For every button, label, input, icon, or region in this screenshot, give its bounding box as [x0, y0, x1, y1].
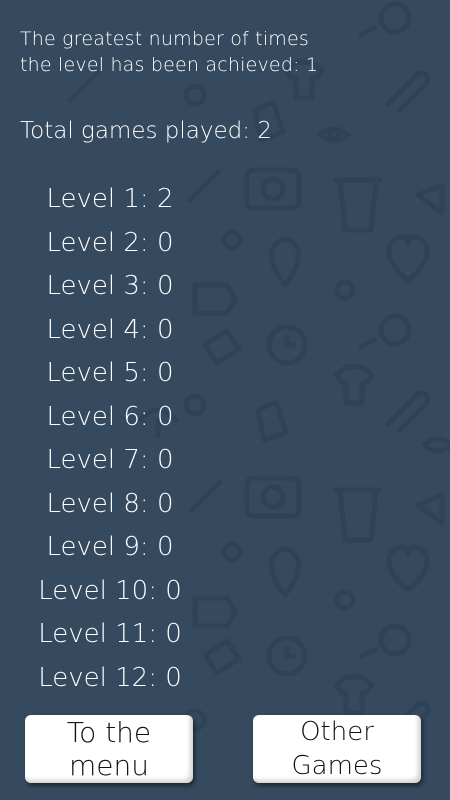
greatest-achievement-text: The greatest number of times the level h…	[20, 28, 319, 76]
other-games-label-line1: Other	[300, 717, 374, 747]
watch-icon	[266, 324, 308, 677]
total-games-text: Total games played: 2	[20, 118, 272, 144]
cup-icon	[333, 177, 383, 543]
to-menu-button[interactable]: To the menu	[25, 715, 193, 783]
tshirt-icon	[283, 59, 375, 716]
heart-icon	[386, 234, 430, 593]
magnifier-icon	[358, 1, 412, 659]
level-row-3: Level 3: 0	[46, 271, 174, 301]
megaphone-icon	[415, 182, 445, 526]
level-row-6: Level 6: 0	[46, 401, 174, 432]
level-row-2: Level 2: 0	[46, 227, 174, 258]
level-row-5: Level 5: 0	[46, 358, 174, 388]
level-row-7: Level 7: 0	[46, 445, 174, 475]
level-row-4: Level 4: 0	[46, 314, 174, 345]
camera-icon	[244, 167, 302, 519]
level-row-9: Level 9: 0	[46, 532, 174, 562]
eye-icon	[317, 126, 450, 454]
level-row-12: Level 12: 0	[38, 662, 182, 693]
level-row-10: Level 10: 0	[38, 575, 182, 606]
to-menu-button-label: To the menu	[66, 716, 152, 782]
other-games-button-label: Other Games	[292, 715, 383, 783]
gear-icon	[221, 229, 356, 611]
flask-icon	[252, 99, 289, 443]
level-row-8: Level 8: 0	[46, 488, 174, 519]
other-games-label-line2: Games	[291, 751, 383, 781]
level-row-11: Level 11: 0	[38, 619, 182, 649]
map-pin-icon	[269, 236, 301, 598]
level-row-1: Level 1: 2	[46, 184, 174, 214]
paperclip-icon	[384, 70, 431, 743]
level-list: Level 1: 2 Level 2: 0 Level 3: 0 Level 4…	[0, 178, 220, 700]
other-games-button[interactable]: Other Games	[253, 715, 421, 783]
